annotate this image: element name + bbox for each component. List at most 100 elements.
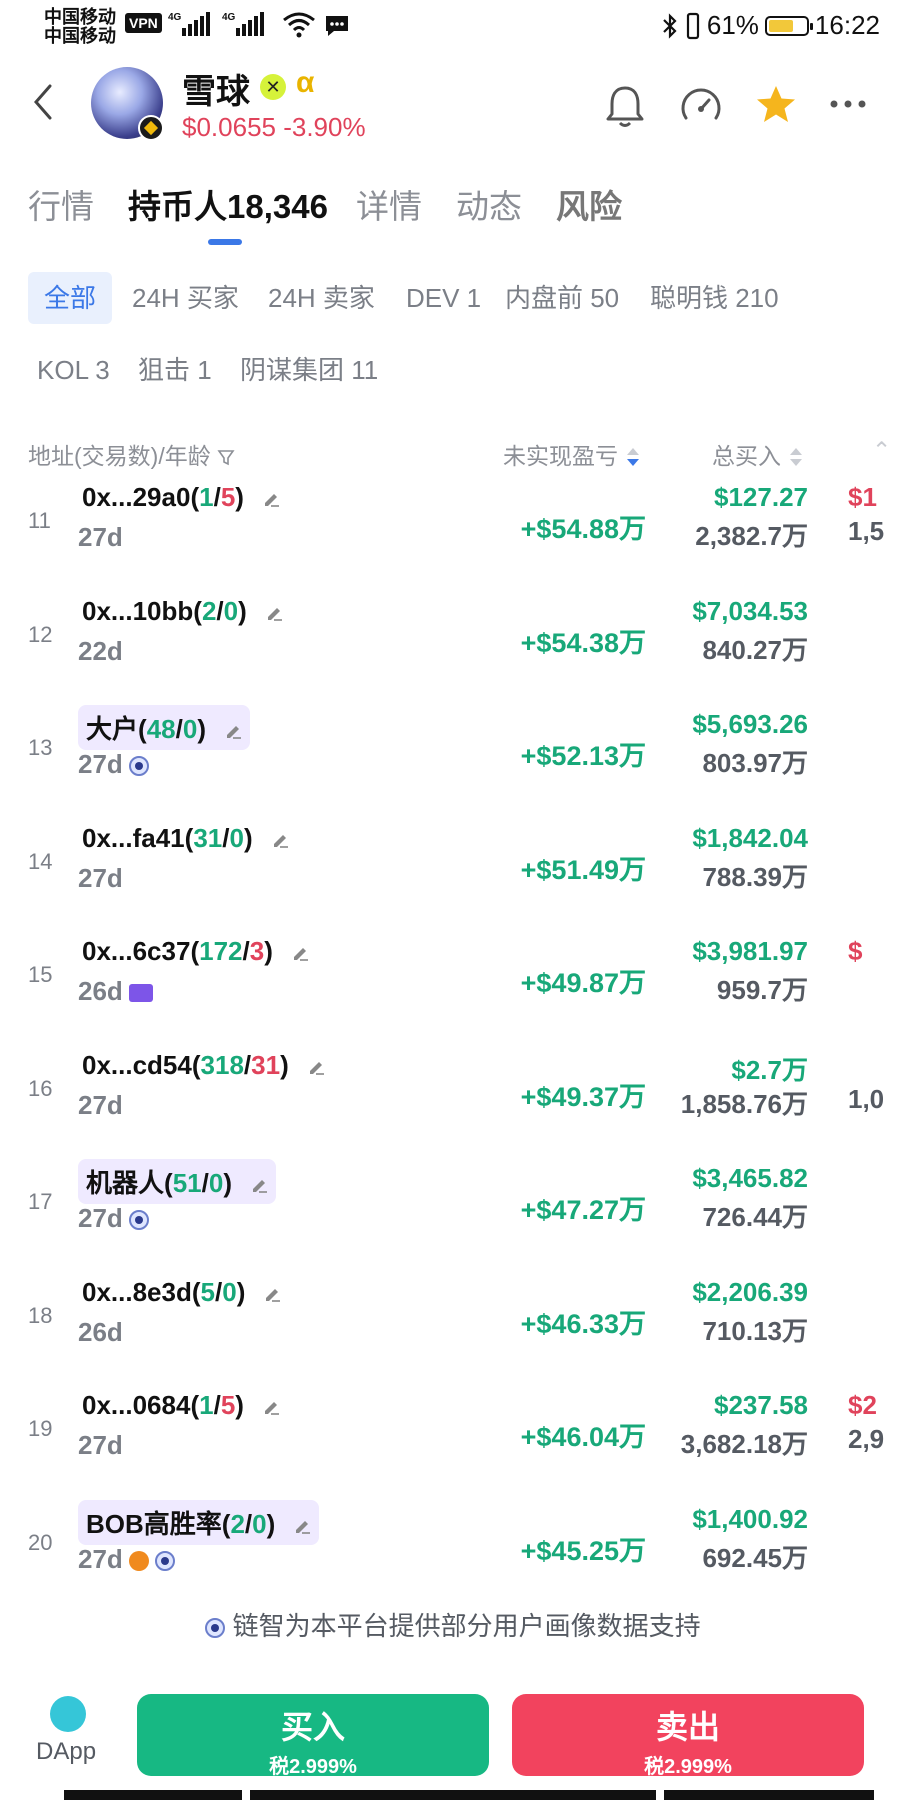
wallet-age: 27d [78, 749, 149, 780]
total-buy-amount: $7,034.53 [692, 595, 808, 626]
sort-icon[interactable] [624, 445, 642, 469]
column-header-unrealized[interactable]: 未实现盈亏 [503, 437, 642, 471]
wallet-age: 27d [78, 862, 123, 893]
holder-row[interactable]: 11 0x...29a0(1/5) 27d +$54.88万 $127.27 2,382.… [0, 472, 900, 586]
filter-smart-money[interactable]: 聪明钱 210 [640, 272, 789, 324]
edit-pencil-icon[interactable] [307, 1058, 325, 1076]
tab-market[interactable]: 行情 [28, 180, 94, 228]
buy-count: 5 [200, 1276, 215, 1307]
total-buy-amount: $237.58 [714, 1390, 808, 1420]
bell-icon[interactable] [603, 82, 647, 130]
wallet-address[interactable]: BOB高胜率(2/0) [78, 1499, 320, 1545]
row-rank: 16 [28, 1075, 53, 1101]
unrealized-pnl: +$46.33万 [520, 1308, 646, 1339]
dapp-icon[interactable] [50, 1696, 86, 1732]
column-header-address[interactable]: 地址(交易数)/年龄 [28, 437, 235, 471]
buy-count: 172 [199, 936, 243, 966]
edit-pencil-icon[interactable] [271, 831, 289, 849]
row-rank: 19 [28, 1416, 53, 1441]
top-crown-icon [128, 984, 153, 1003]
holder-row[interactable]: 12 0x...10bb(2/0) 22d +$54.38万 $7,034.53 840.… [0, 586, 900, 700]
holder-row[interactable]: 20 BOB高胜率(2/0) 27d +$45.25万 $1,400.92 692.45万 [0, 1494, 900, 1608]
sell-count: 3 [249, 936, 265, 966]
tab-details[interactable]: 详情 [356, 180, 422, 228]
tab-risk[interactable]: 风险 [556, 180, 622, 228]
unrealized-pnl: +$52.13万 [520, 741, 646, 771]
wallet-address[interactable]: 0x...10bb(2/0) [82, 596, 283, 627]
filter-icon[interactable] [217, 448, 235, 466]
holder-row[interactable]: 18 0x...8e3d(5/0) 26d +$46.33万 $2,206.39 710.… [0, 1267, 900, 1381]
unrealized-pnl: +$49.87万 [520, 968, 646, 998]
wallet-address[interactable]: 0x...29a0(1/5) [82, 482, 280, 513]
holder-row[interactable]: 13 大户(48/0) 27d +$52.13万 $5,693.26 803.97万 [0, 699, 900, 813]
edit-pencil-icon[interactable] [224, 722, 242, 740]
edit-pencil-icon[interactable] [250, 1176, 268, 1194]
wallet-address[interactable]: 机器人(51/0) [78, 1159, 276, 1204]
wifi-icon [283, 12, 315, 38]
tab-holders[interactable]: 持币人18,346 [128, 180, 328, 228]
row-rank: 17 [28, 1189, 53, 1214]
holder-row[interactable]: 16 0x...cd54(318/31) 27d +$49.37万 $2.7万 1,858… [0, 1040, 900, 1154]
buy-count: 2 [230, 1508, 245, 1539]
sell-count: 31 [251, 1049, 281, 1080]
filter-sniper[interactable]: 狙击 1 [128, 344, 222, 396]
sell-count: 0 [182, 714, 198, 744]
unrealized-pnl: +$54.88万 [520, 514, 646, 544]
status-bar: 中国移动 中国移动 VPN 4G 4G 61% 16:22 [0, 0, 900, 56]
wallet-age: 26d [78, 1316, 123, 1347]
wallet-address[interactable]: 0x...cd54(318/31) [82, 1050, 325, 1081]
edit-pencil-icon[interactable] [291, 944, 309, 962]
wallet-address[interactable]: 0x...fa41(31/0) [82, 823, 289, 854]
wallet-age: 22d [78, 635, 123, 666]
edit-pencil-icon[interactable] [265, 604, 283, 622]
wallet-address[interactable]: 0x...0684(1/5) [82, 1390, 280, 1421]
column-header-total-buy[interactable]: 总买入 [712, 437, 805, 471]
filter-top-50[interactable]: 内盘前 50 [495, 272, 629, 324]
dapp-label[interactable]: DApp [36, 1738, 96, 1766]
edit-pencil-icon[interactable] [293, 1517, 311, 1535]
sort-icon-2[interactable] [787, 445, 805, 469]
row-rank: 15 [28, 962, 53, 987]
more-icon[interactable] [828, 97, 868, 111]
cut-off-value: $2 [848, 1390, 877, 1420]
holder-row[interactable]: 14 0x...fa41(31/0) 27d +$51.49万 $1,842.04 788… [0, 813, 900, 927]
cut-off-quantity: 1,0 [848, 1083, 885, 1114]
filter-dev[interactable]: DEV 1 [396, 272, 491, 324]
buy-button[interactable]: 买入 税2.999% [137, 1694, 489, 1778]
holder-row[interactable]: 17 机器人(51/0) 27d +$47.27万 $3,465.82 726.44万 [0, 1153, 900, 1267]
total-buy-quantity: 726.44万 [702, 1202, 808, 1232]
gauge-icon[interactable] [678, 84, 724, 130]
column-header-cut: ⌃ [872, 437, 892, 463]
back-arrow-icon[interactable] [30, 82, 56, 122]
clock: 16:22 [814, 10, 880, 40]
total-buy-quantity: 840.27万 [702, 634, 808, 665]
filter-24h-buyers[interactable]: 24H 买家 [122, 272, 249, 324]
sell-button[interactable]: 卖出 税2.999% [512, 1694, 864, 1778]
filter-cabal[interactable]: 阴谋集团 11 [230, 344, 388, 396]
edit-pencil-icon[interactable] [263, 1285, 281, 1303]
message-icon [326, 16, 348, 36]
holder-row[interactable]: 15 0x...6c37(172/3) 26d +$49.87万 $3,981.97 95… [0, 926, 900, 1040]
wallet-address[interactable]: 0x...6c37(172/3) [82, 936, 309, 967]
buy-count: 2 [201, 595, 217, 626]
chainmind-tag-icon [154, 1550, 175, 1571]
total-buy-amount: $1,842.04 [692, 822, 808, 853]
signal-icon-2: 4G [222, 12, 264, 36]
total-buy-quantity: 959.7万 [716, 975, 808, 1005]
filter-24h-sellers[interactable]: 24H 卖家 [258, 272, 385, 324]
sell-count: 0 [222, 1276, 237, 1307]
edit-pencil-icon[interactable] [262, 490, 280, 508]
holder-row[interactable]: 19 0x...0684(1/5) 27d +$46.04万 $237.58 3,682.… [0, 1380, 900, 1494]
vibrate-icon [686, 12, 699, 39]
cut-off-quantity: 1,5 [848, 516, 885, 546]
wallet-address[interactable]: 0x...8e3d(5/0) [82, 1277, 281, 1308]
nav-bar-segment [664, 1790, 874, 1800]
wallet-address[interactable]: 大户(48/0) [78, 705, 250, 750]
total-buy-quantity: 3,682.18万 [680, 1429, 808, 1459]
tab-activity[interactable]: 动态 [456, 180, 522, 228]
filter-kol[interactable]: KOL 3 [27, 344, 120, 396]
star-icon[interactable] [753, 82, 799, 128]
edit-pencil-icon[interactable] [262, 1398, 280, 1416]
money-bag-icon [128, 1550, 149, 1571]
filter-all[interactable]: 全部 [28, 272, 113, 324]
